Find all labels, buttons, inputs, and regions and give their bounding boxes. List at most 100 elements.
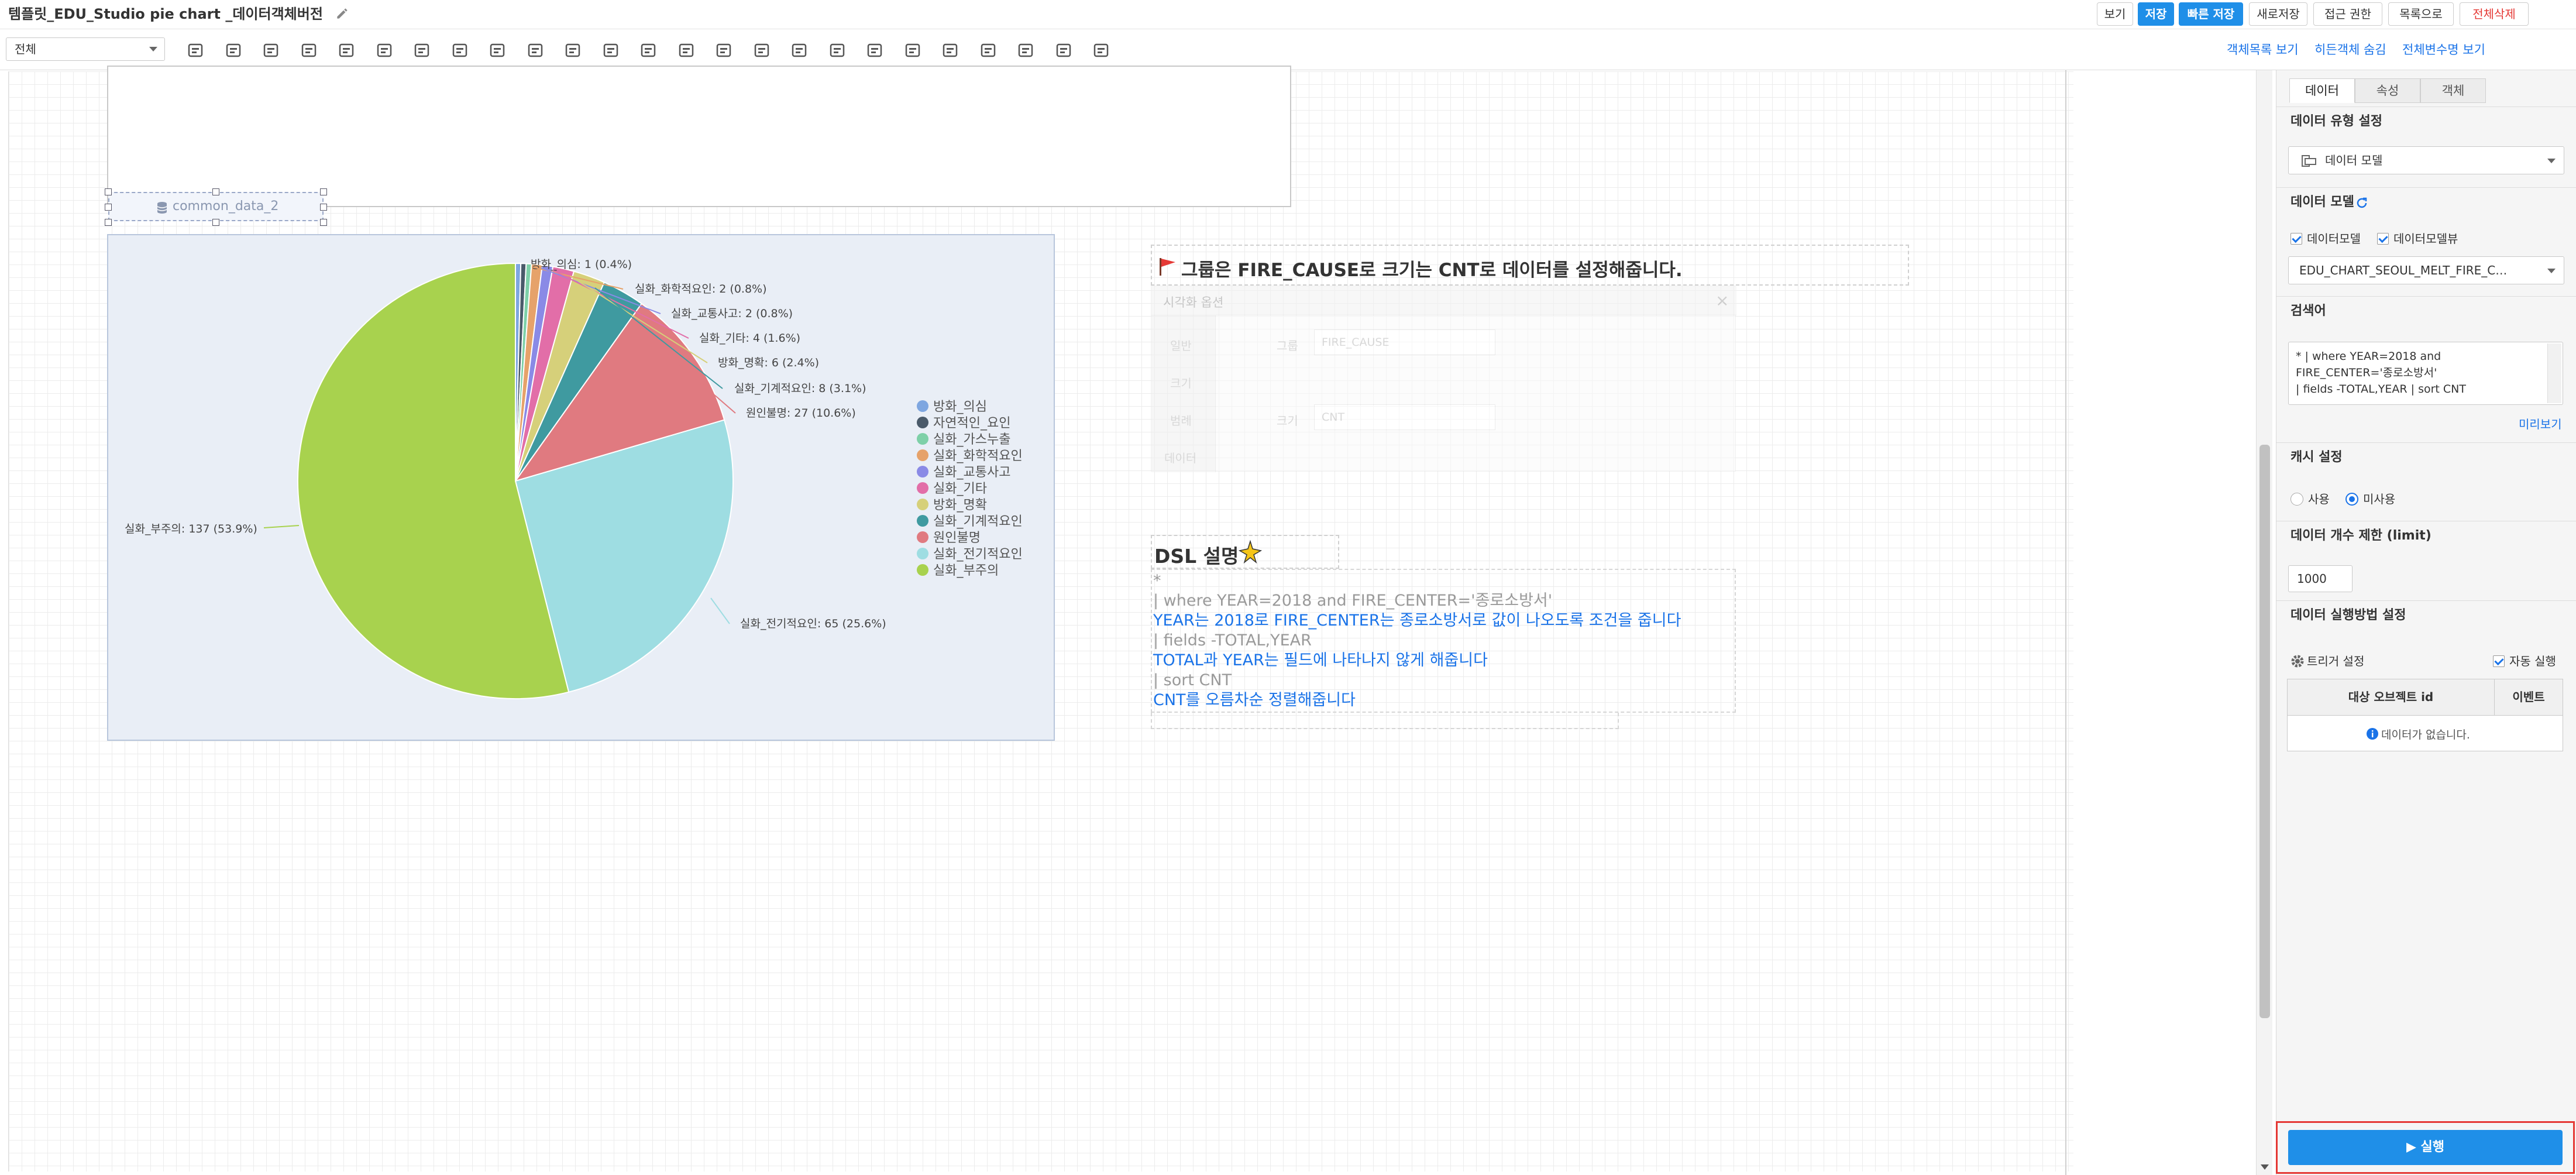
save-new-button[interactable]: 새로저장 bbox=[2249, 2, 2307, 26]
global-vars-link[interactable]: 전체변수명 보기 bbox=[2402, 41, 2485, 59]
resize-handle[interactable] bbox=[320, 188, 327, 195]
canvas-scrollbar[interactable] bbox=[2256, 70, 2272, 1175]
text-icon[interactable] bbox=[337, 41, 356, 60]
legend-item-label[interactable]: 실화_부주의 bbox=[933, 564, 999, 578]
top-bar: 템플릿_EDU_Studio pie chart _데이터객체버전 보기 저장 … bbox=[0, 0, 2576, 29]
legend-marker[interactable] bbox=[917, 499, 928, 510]
data-model-checkbox[interactable] bbox=[2290, 233, 2302, 245]
access-button[interactable]: 접근 권한 bbox=[2313, 2, 2382, 26]
legend-item-label[interactable]: 자연적인_요인 bbox=[933, 416, 1010, 431]
legend-marker[interactable] bbox=[917, 482, 928, 494]
legend-marker[interactable] bbox=[917, 515, 928, 527]
cache-use-radio[interactable] bbox=[2290, 493, 2303, 506]
trigger-settings-label[interactable]: 트리거 설정 bbox=[2307, 654, 2364, 669]
legend-item-label[interactable]: 실화_기타 bbox=[933, 482, 987, 496]
data-object[interactable]: common_data_2 bbox=[108, 192, 324, 221]
dsl-title-box[interactable]: DSL 설명 bbox=[1151, 535, 1339, 569]
resize-handle[interactable] bbox=[320, 219, 327, 226]
legend-item-label[interactable]: 방화_명확 bbox=[933, 498, 987, 513]
pie-data-label: 방화_의심: 1 (0.4%) bbox=[531, 258, 632, 271]
resize-handle[interactable] bbox=[212, 219, 219, 226]
legend-marker[interactable] bbox=[917, 417, 928, 428]
run-button[interactable]: ▶ 실행 bbox=[2288, 1130, 2563, 1165]
textbox-icon[interactable] bbox=[526, 41, 545, 60]
legend-marker[interactable] bbox=[917, 531, 928, 543]
data-type-select[interactable]: 데이터 모델 bbox=[2288, 146, 2564, 174]
photo-icon[interactable] bbox=[714, 41, 733, 60]
tab-properties[interactable]: 속성 bbox=[2355, 78, 2420, 103]
object-filter-select[interactable]: 전체 bbox=[6, 37, 165, 61]
legend-marker[interactable] bbox=[917, 449, 928, 461]
legend-item-label[interactable]: 방화_의심 bbox=[933, 400, 987, 414]
tab-objects[interactable]: 객체 bbox=[2420, 78, 2486, 103]
move-icon[interactable] bbox=[1054, 41, 1073, 60]
list-button[interactable]: 목록으로 bbox=[2388, 2, 2454, 26]
legend-item-label[interactable]: 실화_교통사고 bbox=[933, 465, 1010, 480]
media-icon[interactable] bbox=[1016, 41, 1035, 60]
quick-save-button[interactable]: 빠른 저장 bbox=[2179, 2, 2243, 26]
resize-handle[interactable] bbox=[320, 204, 327, 211]
resize-handle[interactable] bbox=[212, 188, 219, 195]
legend-marker[interactable] bbox=[917, 564, 928, 576]
image-icon[interactable] bbox=[450, 41, 469, 60]
database-icon[interactable] bbox=[186, 41, 205, 60]
legend-item-label[interactable]: 실화_기계적요인 bbox=[933, 514, 1023, 529]
button-icon[interactable] bbox=[563, 41, 582, 60]
legend-marker[interactable] bbox=[917, 548, 928, 559]
legend-marker[interactable] bbox=[917, 400, 928, 412]
legend-item-label[interactable]: 실화_화학적요인 bbox=[933, 449, 1023, 463]
note-title: 그룹은 FIRE_CAUSE로 크기는 CNT로 데이터를 설정해줍니다. bbox=[1181, 260, 1683, 281]
edit-icon[interactable] bbox=[677, 41, 696, 60]
data-model-select[interactable]: EDU_CHART_SEOUL_MELT_FIRE_C… bbox=[2288, 256, 2564, 284]
resize-handle[interactable] bbox=[105, 204, 112, 211]
checkbox-icon[interactable] bbox=[601, 41, 620, 60]
map-icon[interactable] bbox=[300, 41, 318, 60]
limit-input[interactable]: 1000 bbox=[2288, 565, 2353, 592]
sms-icon[interactable] bbox=[828, 41, 847, 60]
textarea-scrollbar[interactable] bbox=[2547, 343, 2561, 403]
refresh-icon[interactable] bbox=[2355, 196, 2369, 210]
circle-icon[interactable] bbox=[412, 41, 431, 60]
list-icon[interactable] bbox=[790, 41, 809, 60]
tab-data[interactable]: 데이터 bbox=[2289, 78, 2355, 103]
resize-handle[interactable] bbox=[105, 219, 112, 226]
scrollbar-thumb[interactable] bbox=[2259, 445, 2270, 1018]
legend-item-label[interactable]: 실화_가스누출 bbox=[933, 432, 1010, 447]
refresh-icon[interactable] bbox=[865, 41, 884, 60]
print-icon[interactable] bbox=[941, 41, 959, 60]
pencil-icon[interactable] bbox=[335, 6, 350, 21]
rectangle-icon[interactable] bbox=[375, 41, 394, 60]
data-model-view-checkbox[interactable] bbox=[2377, 233, 2389, 245]
export-icon[interactable] bbox=[1092, 41, 1110, 60]
map-marker-icon[interactable] bbox=[262, 41, 280, 60]
signature-icon[interactable] bbox=[903, 41, 922, 60]
bar-chart-icon[interactable] bbox=[224, 41, 243, 60]
legend-marker[interactable] bbox=[917, 466, 928, 477]
auto-run-checkbox[interactable] bbox=[2493, 655, 2505, 667]
legend-marker[interactable] bbox=[917, 433, 928, 445]
data-model-value: EDU_CHART_SEOUL_MELT_FIRE_C… bbox=[2299, 263, 2508, 277]
design-canvas[interactable]: common_data_2 방화_의심: 1 (0.4%) 실화_화학적요인: 2… bbox=[8, 66, 2073, 1171]
resize-handle[interactable] bbox=[105, 188, 112, 195]
text-input-icon[interactable] bbox=[488, 41, 507, 60]
search-section-title: 검색어 bbox=[2276, 296, 2576, 326]
save-button[interactable]: 저장 bbox=[2138, 2, 2174, 26]
video-icon[interactable] bbox=[979, 41, 998, 60]
preview-link[interactable]: 미리보기 bbox=[2519, 417, 2562, 432]
search-query-textarea[interactable]: * | where YEAR=2018 and FIRE_CENTER='종로소… bbox=[2288, 342, 2563, 405]
window-icon[interactable] bbox=[752, 41, 771, 60]
scroll-down-icon[interactable] bbox=[2261, 1164, 2269, 1170]
legend-item-label[interactable]: 실화_전기적요인 bbox=[933, 547, 1023, 562]
canvas-object-box[interactable] bbox=[107, 66, 1291, 207]
cache-unused-radio[interactable] bbox=[2345, 493, 2358, 506]
dsl-explanation-box[interactable]: * | where YEAR=2018 and FIRE_CENTER='종로소방… bbox=[1151, 569, 1736, 713]
data-type-value: 데이터 모델 bbox=[2325, 153, 2383, 167]
hidden-objects-link[interactable]: 히든객체 숨김 bbox=[2314, 41, 2386, 59]
delete-all-button[interactable]: 전체삭제 bbox=[2460, 2, 2529, 26]
view-button[interactable]: 보기 bbox=[2097, 2, 2133, 26]
note-box[interactable]: 그룹은 FIRE_CAUSE로 크기는 CNT로 데이터를 설정해줍니다. bbox=[1151, 245, 1909, 286]
date-picker-icon[interactable] bbox=[639, 41, 658, 60]
object-list-link[interactable]: 객체목록 보기 bbox=[2227, 41, 2299, 59]
pie-chart-widget[interactable]: 방화_의심: 1 (0.4%) 실화_화학적요인: 2 (0.8%) 실화_교통사고… bbox=[107, 234, 1055, 741]
legend-item-label[interactable]: 원인불명 bbox=[933, 531, 981, 545]
